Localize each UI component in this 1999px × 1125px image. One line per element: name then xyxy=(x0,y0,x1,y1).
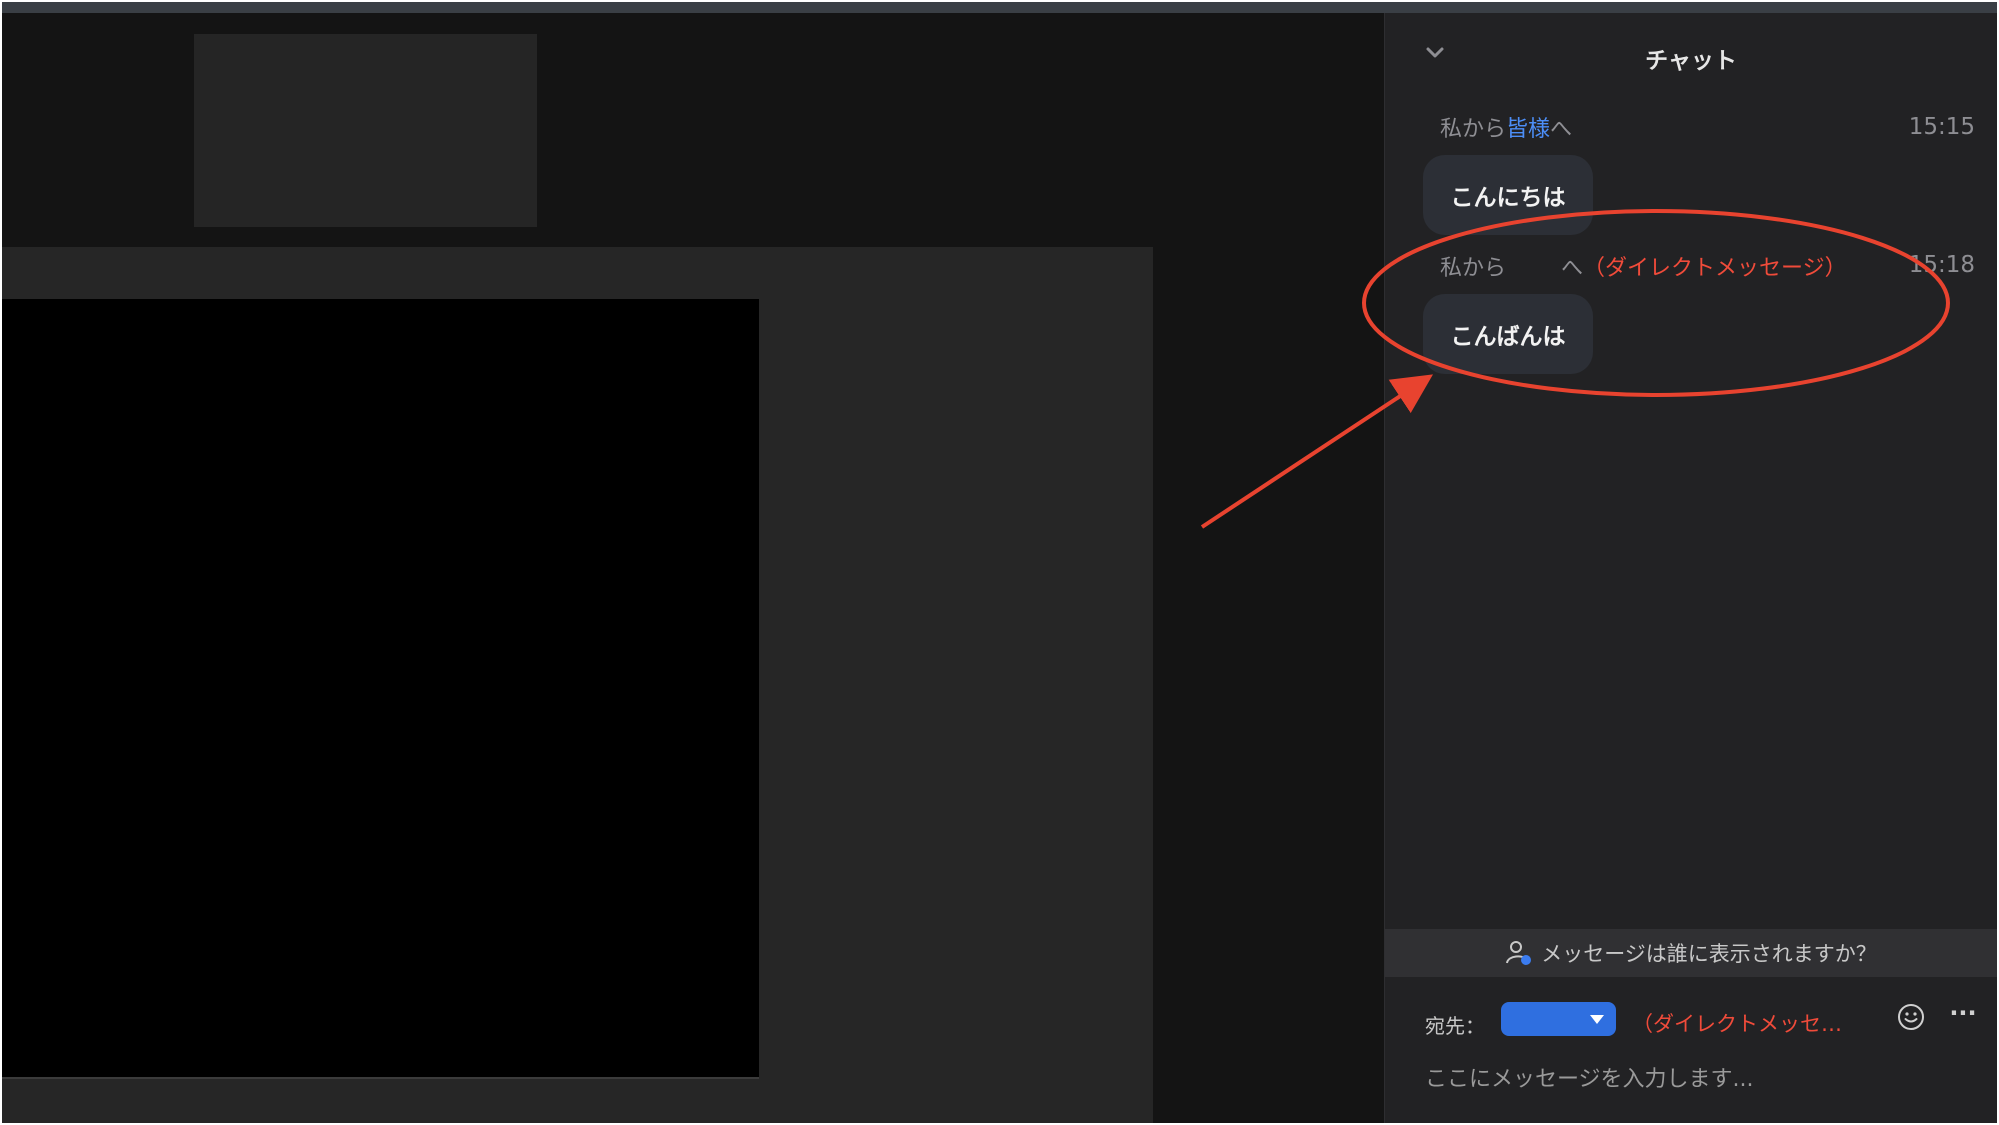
message-bubble[interactable]: こんにちは xyxy=(1423,155,1593,235)
emoji-icon[interactable] xyxy=(1896,1002,1926,1032)
message-visibility-info[interactable]: メッセージは誰に表示されますか？ xyxy=(1385,929,1997,977)
video-gallery-area xyxy=(2,247,1153,1123)
participant-thumbnail[interactable] xyxy=(194,34,537,227)
message-recipient-suffix: へ xyxy=(1550,117,1573,142)
direct-message-label: （ダイレクトメッセージ） xyxy=(1583,256,1847,281)
more-icon[interactable]: ··· xyxy=(1948,1001,1978,1032)
chat-panel: チャット 私から皆様へ 15:15 こんにちは 私から へ（ダイレクトメッセージ）… xyxy=(1384,13,1997,1123)
chat-title: チャット xyxy=(1645,48,1737,74)
message-recipient-suffix: へ xyxy=(1561,256,1584,281)
visibility-prompt: メッセージは誰に表示されますか？ xyxy=(1541,942,1877,966)
direct-message-note: （ダイレクトメッセ… xyxy=(1632,1012,1842,1036)
message-sender: 私から xyxy=(1440,117,1507,142)
message-timestamp: 15:18 xyxy=(1908,252,1975,278)
main-video-tile[interactable] xyxy=(2,299,759,1079)
message-bubble[interactable]: こんばんは xyxy=(1423,294,1593,374)
recipient-label: 宛先： xyxy=(1425,1014,1485,1038)
message-timestamp: 15:15 xyxy=(1908,114,1975,140)
message-input[interactable] xyxy=(1425,1059,1955,1099)
message-header: 私から皆様へ xyxy=(1440,111,1572,143)
recipient-dropdown[interactable] xyxy=(1501,1002,1616,1036)
chat-header: チャット xyxy=(1385,13,1997,93)
recipient-row: 宛先： （ダイレクトメッセ… ··· xyxy=(1385,998,1997,1042)
meeting-window: チャット 私から皆様へ 15:15 こんにちは 私から へ（ダイレクトメッセージ）… xyxy=(2,2,1997,1123)
window-top-bar xyxy=(2,2,1997,13)
user-visibility-icon xyxy=(1506,941,1532,965)
message-header: 私から へ（ダイレクトメッセージ） xyxy=(1440,250,1847,282)
message-recipient[interactable]: 皆様 xyxy=(1506,117,1550,142)
screenshot-frame: チャット 私から皆様へ 15:15 こんにちは 私から へ（ダイレクトメッセージ）… xyxy=(0,0,1999,1125)
message-sender: 私から xyxy=(1440,256,1507,281)
caret-down-icon xyxy=(1590,1015,1604,1024)
